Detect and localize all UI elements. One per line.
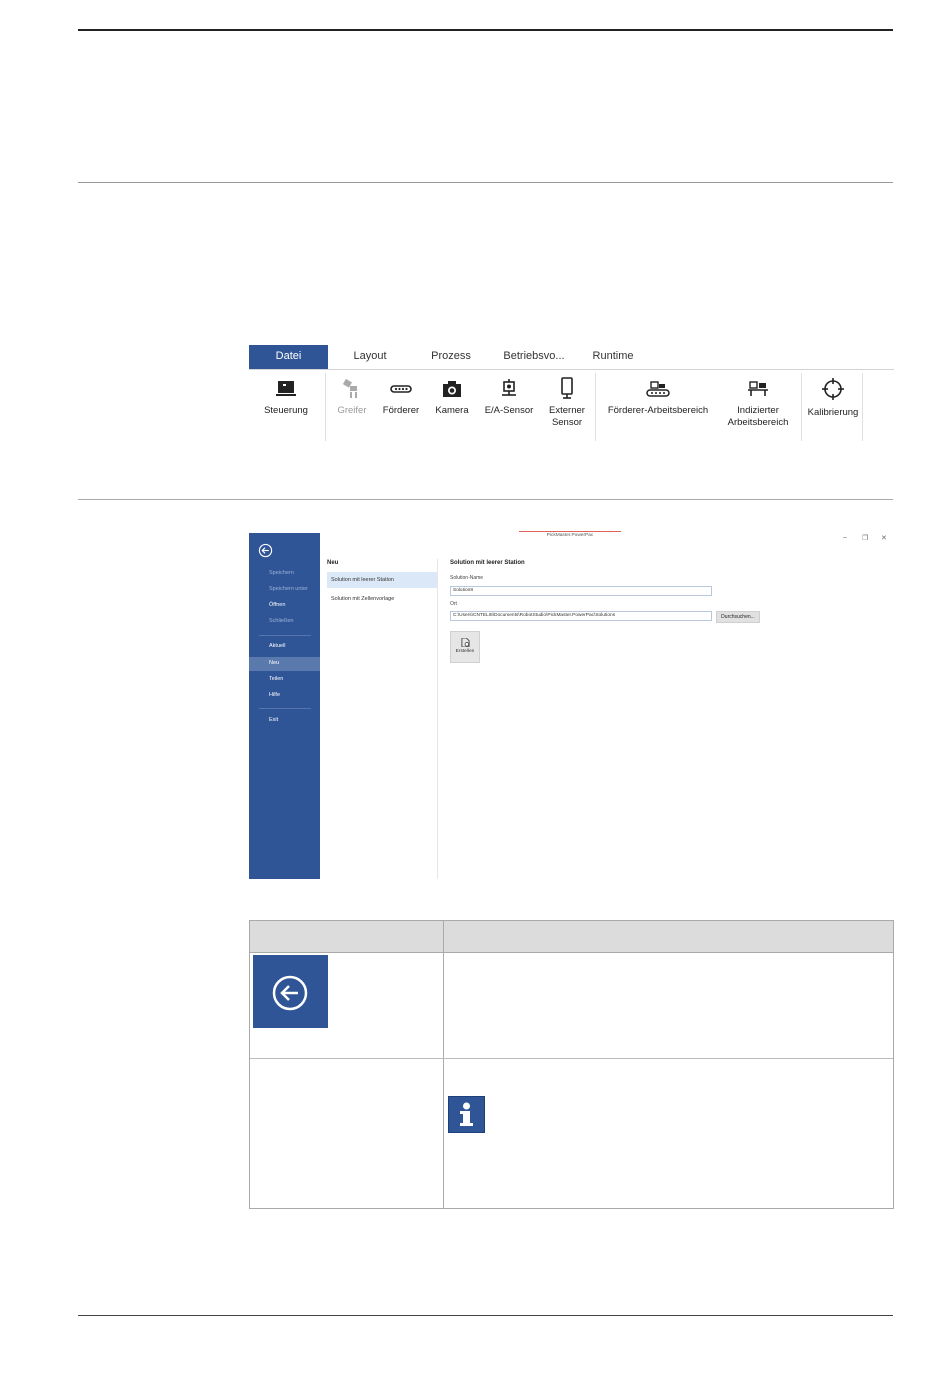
- controller-icon: [276, 381, 296, 396]
- greifer-button[interactable]: Greifer: [329, 379, 375, 417]
- ribbon-tabs: Datei Layout Prozess Betriebsvo... Runti…: [249, 345, 894, 370]
- sidebar-item-schliessen[interactable]: Schließen: [269, 618, 293, 624]
- table-header: [250, 921, 893, 953]
- sidebar-item-aktuell[interactable]: Aktuell: [269, 643, 286, 649]
- camera-icon: [443, 381, 461, 397]
- app-title: PickMaster.PowerPac: [519, 531, 621, 542]
- sidebar-item-speichern-unter[interactable]: Speichern unter: [269, 586, 308, 592]
- sidebar-item-oeffnen[interactable]: Öffnen: [269, 602, 285, 608]
- section-rule: [78, 182, 893, 183]
- table-row-divider: [250, 1058, 893, 1059]
- back-arrow-circle-icon[interactable]: [258, 543, 273, 558]
- foerderer-button[interactable]: Förderer: [379, 379, 423, 417]
- indexed-workarea-icon: [748, 381, 768, 396]
- foerderer-arbeitsbereich-button[interactable]: Förderer-Arbeitsbereich: [603, 379, 713, 417]
- kalibrierung-button[interactable]: Kalibrierung: [805, 377, 861, 419]
- create-label: Erstellen: [455, 649, 475, 654]
- new-file-icon: [460, 638, 470, 647]
- pane-divider: [437, 559, 438, 879]
- close-icon[interactable]: ✕: [881, 534, 887, 542]
- io-sensor-icon: [502, 379, 516, 396]
- info-person-icon: [460, 1102, 473, 1126]
- steuerung-label: Steuerung: [264, 405, 308, 416]
- backstage-screenshot: Speichern Speichern unter Öffnen Schließ…: [249, 531, 894, 880]
- footer-rule: [78, 1315, 893, 1316]
- externer-sensor-button[interactable]: Externer Sensor: [543, 377, 591, 429]
- kalibrierung-label: Kalibrierung: [807, 407, 859, 418]
- externer-sensor-label-2: Sensor: [551, 417, 583, 428]
- foerderer-label: Förderer: [382, 405, 420, 416]
- browse-button[interactable]: Durchsuchen...: [716, 611, 760, 623]
- indizierter-arbeitsbereich-button[interactable]: Indizierter Arbeitsbereich: [723, 379, 793, 429]
- location-field[interactable]: C:\Users\CNTELI8\Documents\RobotStudio\P…: [450, 611, 712, 621]
- list-item-solution-zellenvorlage[interactable]: Solution mit Zellenvorlage: [327, 591, 437, 607]
- back-button-illustration: [253, 955, 328, 1028]
- group-separator: [595, 373, 596, 441]
- ribbon: Datei Layout Prozess Betriebsvo... Runti…: [249, 345, 894, 445]
- solution-name-field[interactable]: Solution8: [450, 586, 712, 596]
- greifer-label: Greifer: [337, 405, 367, 416]
- tab-prozess[interactable]: Prozess: [421, 345, 481, 369]
- calibration-crosshair-icon: [822, 378, 844, 400]
- section-rule: [78, 499, 893, 500]
- header-rule: [78, 29, 893, 31]
- conveyor-icon: [390, 385, 412, 393]
- right-pane-title: Solution mit leerer Station: [450, 560, 525, 566]
- info-icon: [448, 1096, 485, 1133]
- sidebar-divider: [259, 635, 311, 636]
- group-separator: [801, 373, 802, 441]
- kamera-label: Kamera: [435, 405, 469, 416]
- external-sensor-icon: [561, 377, 573, 399]
- steuerung-button[interactable]: Steuerung: [259, 379, 313, 417]
- indizierter-label-2: Arbeitsbereich: [727, 417, 789, 428]
- create-button[interactable]: Erstellen: [450, 631, 480, 663]
- group-separator: [325, 373, 326, 441]
- tab-datei[interactable]: Datei: [249, 345, 328, 369]
- sidebar-item-hilfe[interactable]: Hilfe: [269, 692, 280, 698]
- restore-icon[interactable]: ❐: [862, 534, 868, 542]
- group-separator: [862, 373, 863, 441]
- minimize-icon[interactable]: –: [843, 534, 847, 541]
- externer-sensor-label-1: Externer: [549, 405, 585, 416]
- tab-betriebsvo[interactable]: Betriebsvo...: [495, 345, 573, 369]
- location-label: Ort: [450, 601, 457, 607]
- sidebar-item-speichern[interactable]: Speichern: [269, 570, 294, 576]
- foerderer-arbeitsbereich-label: Förderer-Arbeitsbereich: [607, 405, 709, 416]
- backstage-sidebar: Speichern Speichern unter Öffnen Schließ…: [249, 533, 320, 879]
- ea-sensor-label: E/A-Sensor: [484, 405, 534, 416]
- sidebar-item-exit[interactable]: Exit: [269, 717, 278, 723]
- sidebar-item-teilen[interactable]: Teilen: [269, 676, 283, 682]
- back-arrow-circle-icon: [272, 975, 308, 1011]
- solution-name-label: Solution-Name: [450, 575, 484, 581]
- conveyor-workarea-icon: [646, 381, 670, 397]
- sidebar-selection: [249, 657, 320, 671]
- table-column-divider: [443, 921, 444, 1208]
- tab-layout[interactable]: Layout: [339, 345, 401, 369]
- tab-runtime[interactable]: Runtime: [583, 345, 643, 369]
- kamera-button[interactable]: Kamera: [431, 379, 473, 417]
- middle-pane-header: Neu: [327, 560, 339, 566]
- indizierter-label-1: Indizierter: [737, 405, 779, 416]
- ea-sensor-button[interactable]: E/A-Sensor: [481, 379, 537, 417]
- element-table: [249, 920, 894, 1209]
- sidebar-divider: [259, 708, 311, 709]
- sidebar-item-neu[interactable]: Neu: [269, 660, 279, 666]
- list-item-solution-leer[interactable]: Solution mit leerer Station: [327, 572, 437, 588]
- gripper-icon: [342, 379, 357, 398]
